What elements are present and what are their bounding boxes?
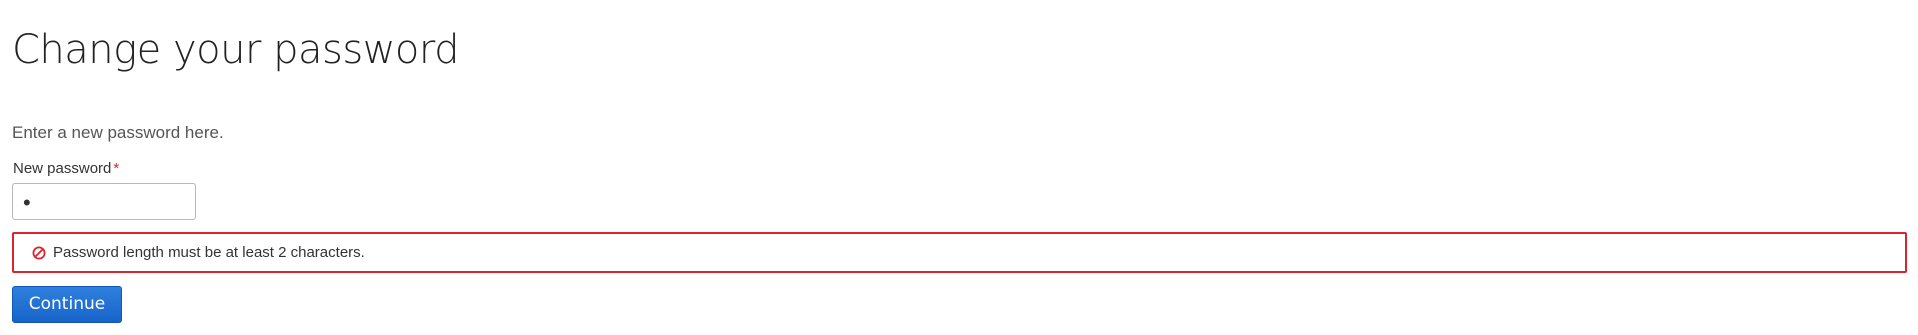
required-marker: * (113, 160, 120, 177)
error-message-text: Password length must be at least 2 chara… (53, 244, 365, 261)
continue-button[interactable]: Continue (12, 286, 122, 323)
intro-text: Enter a new password here. (12, 123, 224, 142)
password-mask: • (23, 190, 33, 215)
change-password-page: Change your password Enter a new passwor… (0, 0, 1918, 335)
prohibited-icon (32, 246, 46, 260)
new-password-input[interactable]: • (12, 183, 196, 220)
new-password-label: New password * (13, 159, 119, 179)
error-message-box: Password length must be at least 2 chara… (12, 232, 1907, 273)
page-title: Change your password (12, 27, 460, 73)
new-password-label-text: New password (13, 160, 112, 177)
